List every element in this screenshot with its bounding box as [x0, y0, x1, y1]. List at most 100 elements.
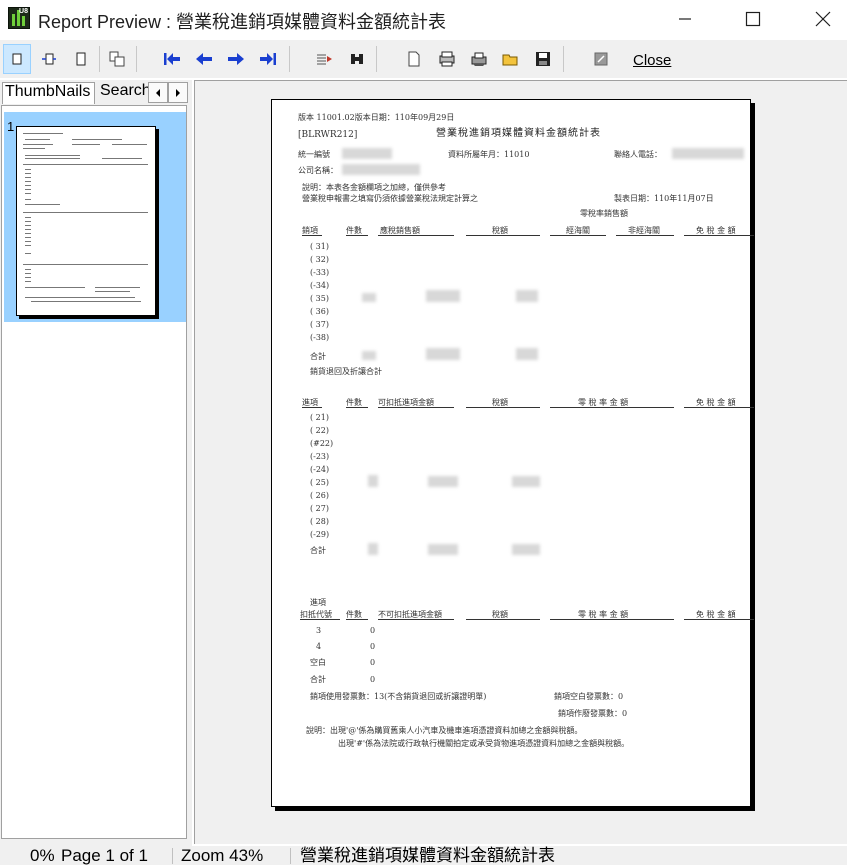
sales-code: ( 31): [310, 242, 329, 251]
goto-page-button[interactable]: [311, 44, 339, 74]
nondeduct-top-label: 進項: [310, 598, 326, 607]
status-page: Page 1 of 1: [61, 846, 148, 865]
note-1: 說明：本表各金額欄項之加總，僅供參考: [302, 183, 446, 192]
last-page-button[interactable]: [254, 44, 282, 74]
nondeduct-count: 0: [370, 642, 376, 651]
footer-note-2: 出現'#'係為法院或行政執行機關拍定或承受貨物進項憑證資料加總之金額與稅額。: [338, 739, 630, 748]
nondeduct-count: 0: [370, 626, 376, 635]
multi-page-button[interactable]: [103, 44, 131, 74]
redacted-value: [362, 293, 376, 302]
first-page-button[interactable]: [158, 44, 186, 74]
sales-code: (-33): [310, 268, 330, 277]
sales-return-label: 銷貨退回及折讓合計: [310, 367, 382, 376]
minimize-button[interactable]: [662, 0, 708, 38]
redacted-value: [362, 351, 376, 360]
redacted-value: [428, 476, 458, 487]
thumbnail-list: 1: [1, 105, 187, 839]
sales-code: (-38): [310, 333, 330, 342]
company-label: 公司名稱：: [298, 166, 338, 175]
close-icon: [815, 11, 831, 27]
print-setup-button[interactable]: [433, 44, 461, 74]
redacted-value: [368, 475, 378, 487]
sales-subtotal-label: 合計: [310, 352, 326, 361]
phone-label: 聯絡人電話：: [614, 150, 662, 159]
footer-note-1: 說明：出現'@'係為購買舊乘人小汽車及機車進項憑證資料加總之金額與稅額。: [306, 726, 583, 735]
nondeduct-code: 4: [316, 642, 322, 651]
input-code: (#22): [310, 439, 334, 448]
open-icon: [502, 54, 518, 66]
open-button[interactable]: [497, 44, 525, 74]
tab-thumbnails[interactable]: ThumbNails: [2, 82, 95, 104]
window-close-button[interactable]: [800, 0, 846, 38]
goto-page-icon: [317, 54, 332, 65]
prev-page-button[interactable]: [190, 44, 218, 74]
sales-code: ( 36): [310, 307, 329, 316]
nondeduct-code: 3: [316, 626, 322, 635]
save-icon: [536, 52, 550, 66]
thumbnail-number: 1: [7, 119, 15, 134]
export-button[interactable]: [587, 44, 615, 74]
full-page-button[interactable]: [67, 44, 95, 74]
next-page-icon: [228, 53, 244, 65]
report-title: 營業稅進銷項媒體資料金額統計表: [436, 128, 601, 139]
multi-page-icon: [109, 51, 125, 67]
input-code: ( 27): [310, 504, 329, 513]
status-progress: 0%: [30, 846, 55, 865]
last-page-icon: [260, 53, 276, 65]
input-code: ( 26): [310, 491, 329, 500]
input-code: ( 25): [310, 478, 329, 487]
sales-code: ( 35): [310, 294, 329, 303]
save-button[interactable]: [529, 44, 557, 74]
redacted-value: [512, 476, 540, 487]
invoice-blank: 銷項空白發票數：0: [554, 692, 624, 701]
window-title: Report Preview : 營業稅進銷項媒體資料金額統計表: [38, 12, 447, 32]
nondeduct-count: 0: [370, 675, 376, 684]
redacted-value: [512, 544, 540, 555]
left-panel: ThumbNails Search 1: [0, 80, 192, 846]
chevron-right-icon: [176, 88, 180, 97]
input-code: ( 21): [310, 413, 329, 422]
print-date: 製表日期：110年11月07日: [614, 194, 714, 203]
print-setup-icon: [439, 51, 455, 67]
search-button[interactable]: [343, 44, 371, 74]
one-page-button[interactable]: [3, 44, 31, 74]
next-page-button[interactable]: [222, 44, 250, 74]
chevron-left-icon: [156, 88, 160, 97]
input-code: (-24): [310, 465, 330, 474]
close-button[interactable]: Close: [633, 52, 671, 69]
nondeduct-count: 0: [370, 658, 376, 667]
first-page-icon: [164, 53, 180, 65]
thumbnail-page-1[interactable]: 1: [4, 112, 186, 322]
invoice-used: 銷項使用發票數：13(不含銷貨退回或折讓證明單): [310, 692, 487, 701]
page-width-button[interactable]: [35, 44, 63, 74]
status-bar: 0% Page 1 of 1 Zoom 43% 營業稅進銷項媒體資料金額統計表: [0, 846, 847, 865]
tab-search[interactable]: Search: [98, 82, 148, 104]
report-code: [BLRWR212]: [298, 130, 358, 140]
full-page-icon: [76, 52, 86, 66]
input-subtotal-label: 合計: [310, 546, 326, 555]
nondeduct-code: 空白: [310, 658, 326, 667]
sales-code: ( 32): [310, 255, 329, 264]
print-button[interactable]: [465, 44, 493, 74]
page-width-icon: [42, 53, 56, 65]
tab-scroll-left-button[interactable]: [148, 82, 168, 103]
invoice-void: 銷項作廢發票數：0: [558, 709, 628, 718]
status-report-name: 營業稅進銷項媒體資料金額統計表: [300, 846, 555, 865]
one-page-icon: [12, 53, 22, 65]
note-2: 營業稅申報書之填寫仍須依據營業稅法規定計算之: [302, 194, 478, 203]
report-page: 版本 11001.02版本日期：110年09月29日 [BLRWR212] 營業…: [271, 99, 754, 807]
redacted-value: [426, 348, 460, 360]
new-button[interactable]: [400, 44, 428, 74]
sales-code: ( 37): [310, 320, 329, 329]
tax-id-label: 統一編號: [298, 150, 330, 159]
tax-id-redacted: [342, 148, 392, 159]
print-icon: [471, 52, 487, 66]
maximize-button[interactable]: [730, 0, 776, 38]
new-icon: [408, 51, 420, 67]
redacted-value: [516, 348, 538, 360]
input-code: ( 28): [310, 517, 329, 526]
input-code: (-23): [310, 452, 330, 461]
thumbnail-preview: [16, 126, 156, 316]
preview-area[interactable]: 版本 11001.02版本日期：110年09月29日 [BLRWR212] 營業…: [194, 80, 847, 844]
tab-scroll-right-button[interactable]: [168, 82, 188, 103]
